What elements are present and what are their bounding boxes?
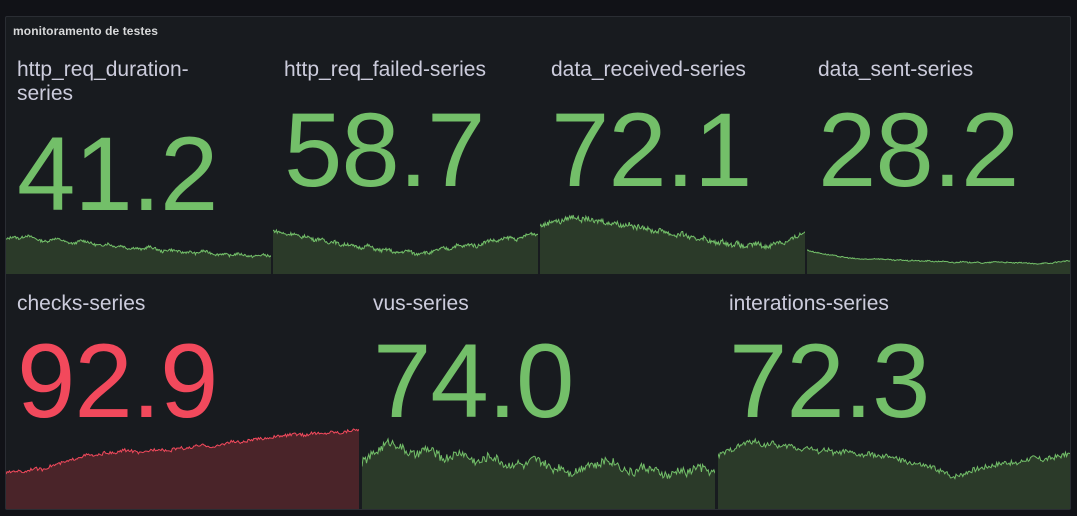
stat-title: checks-series [17,292,146,315]
sparkline-chart [718,437,1070,509]
stat-value: 58.7 [284,92,485,209]
stat-data-received[interactable]: data_received-series 72.1 [540,53,806,274]
sparkline-chart [540,214,805,274]
stat-title: http_req_failed-series [284,58,486,81]
stat-title: interations-series [729,292,889,315]
stat-value: 41.2 [17,116,218,233]
stat-value: 92.9 [17,323,218,440]
stat-title: data_sent-series [818,58,974,81]
sparkline-chart [6,234,271,274]
sparkline-chart [362,437,715,509]
stat-http-req-duration[interactable]: http_req_duration-series 41.2 [6,53,272,274]
stat-title: vus-series [373,292,469,315]
stat-value: 74.0 [373,323,574,440]
stat-value: 28.2 [818,92,1019,209]
stat-value: 72.1 [551,92,752,209]
sparkline-chart [807,249,1070,274]
stat-title: data_received-series [551,58,746,81]
panel-title[interactable]: monitoramento de testes [13,24,158,38]
sparkline-area [807,250,1070,274]
stat-vus[interactable]: vus-series 74.0 [362,287,716,509]
sparkline-area [718,439,1070,509]
stat-checks[interactable]: checks-series 92.9 [6,287,360,509]
sparkline-area [273,230,538,274]
sparkline-area [6,429,359,509]
stat-data-sent[interactable]: data_sent-series 28.2 [807,53,1070,274]
stat-title: http_req_duration-series [17,58,189,105]
stat-interations[interactable]: interations-series 72.3 [718,287,1070,509]
dashboard-panel: monitoramento de testes http_req_duratio… [5,16,1071,510]
stat-value: 72.3 [729,323,930,440]
stat-http-req-failed[interactable]: http_req_failed-series 58.7 [273,53,539,274]
sparkline-chart [6,428,359,509]
sparkline-chart [273,228,538,274]
